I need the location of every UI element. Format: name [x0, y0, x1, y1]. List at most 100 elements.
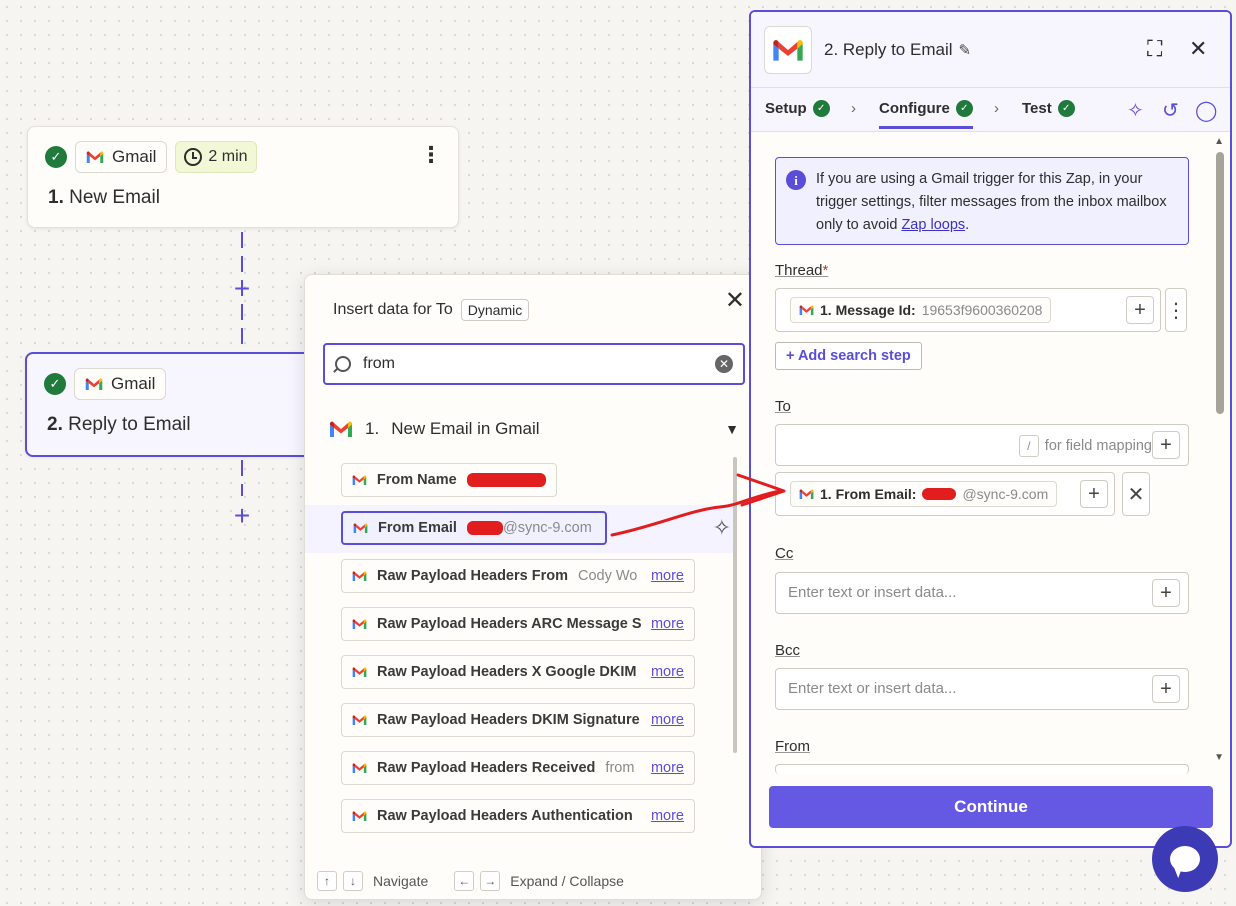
check-icon: ✓: [44, 373, 66, 395]
check-icon: ✓: [45, 146, 67, 168]
gmail-icon: [799, 304, 814, 316]
slash-key: /: [1018, 435, 1039, 457]
thread-field[interactable]: 1. Message Id: 19653f9600360208 +: [775, 288, 1161, 332]
chevron-right-icon: ›: [994, 100, 999, 117]
data-item-raw-arc[interactable]: Raw Payload Headers ARC Message S more: [341, 607, 695, 641]
arrow-up-key: ↑: [317, 871, 337, 891]
more-link[interactable]: more: [651, 616, 684, 632]
data-item-from-name[interactable]: From Name: [341, 463, 557, 497]
step-tabs: Setup ✓ › Configure ✓ › Test ✓: [751, 88, 1230, 132]
insert-data-button[interactable]: +: [1152, 675, 1180, 703]
data-item-raw-xgoogle[interactable]: Raw Payload Headers X Google DKIM more: [341, 655, 695, 689]
undo-icon[interactable]: ↺: [1162, 98, 1179, 123]
popover-title: Insert data for To: [333, 301, 453, 318]
close-icon[interactable]: ✕: [725, 289, 745, 313]
gmail-icon: [85, 377, 103, 391]
step-title: 2. Reply to Email: [47, 414, 191, 435]
group-number: 1.: [365, 419, 380, 438]
more-link[interactable]: more: [651, 760, 684, 776]
info-notice: i If you are using a Gmail trigger for t…: [775, 157, 1189, 245]
more-link[interactable]: more: [651, 712, 684, 728]
chevron-right-icon: ›: [851, 100, 856, 117]
step-card-new-email[interactable]: ✓ Gmail 2 min ⋮ 1. New Email: [27, 126, 459, 228]
gmail-icon: [352, 474, 367, 486]
clock-icon: [184, 148, 203, 166]
clear-icon[interactable]: ✕: [715, 355, 733, 373]
dynamic-badge: Dynamic: [460, 299, 530, 321]
navigate-hint: Navigate: [373, 873, 429, 889]
tab-setup[interactable]: Setup ✓: [765, 100, 830, 117]
insert-data-button[interactable]: +: [1080, 480, 1108, 508]
data-item-raw-from[interactable]: Raw Payload Headers From Cody Wo more: [341, 559, 695, 593]
check-icon: ✓: [955, 100, 973, 117]
close-icon[interactable]: ✕: [1189, 36, 1207, 62]
gmail-icon: [352, 762, 367, 774]
more-link[interactable]: more: [651, 568, 684, 584]
data-group-header[interactable]: 1. New Email in Gmail ▼: [329, 419, 739, 439]
gmail-icon: [353, 522, 368, 534]
tab-configure[interactable]: Configure ✓: [879, 100, 973, 129]
search-input[interactable]: [361, 354, 705, 374]
arrow-left-key: ←: [454, 871, 475, 891]
panel-scrollbar[interactable]: [1216, 152, 1224, 414]
insert-data-button[interactable]: +: [1152, 579, 1180, 607]
more-options-icon[interactable]: ⋮: [420, 144, 442, 166]
more-options-icon[interactable]: ⋮: [1165, 288, 1187, 332]
insert-data-button[interactable]: +: [1126, 296, 1154, 324]
data-item-from-email[interactable]: From Email @sync-9.com: [341, 511, 607, 545]
info-icon: i: [786, 170, 806, 190]
ai-sparkle-icon[interactable]: ✧: [1127, 98, 1144, 123]
data-item-raw-dkim[interactable]: Raw Payload Headers DKIM Signature more: [341, 703, 695, 737]
to-mapped-field[interactable]: 1. From Email: @sync-9.com +: [775, 472, 1115, 516]
panel-title[interactable]: 2. Reply to Email ✎: [824, 40, 971, 60]
gmail-icon: [352, 810, 367, 822]
chevron-down-icon[interactable]: ▼: [725, 421, 739, 437]
gmail-icon: [329, 420, 353, 438]
group-name: New Email in Gmail: [391, 419, 540, 438]
cc-label: Cc: [775, 545, 794, 562]
continue-button[interactable]: Continue: [769, 786, 1213, 828]
chat-support-button[interactable]: [1152, 826, 1218, 892]
message-id-chip[interactable]: 1. Message Id: 19653f9600360208: [790, 297, 1052, 323]
add-step-button[interactable]: +: [230, 502, 254, 530]
pencil-icon[interactable]: ✎: [959, 42, 972, 59]
tab-test[interactable]: Test ✓: [1022, 100, 1075, 117]
bcc-label: Bcc: [775, 642, 801, 659]
step-card-reply-to-email[interactable]: ✓ Gmail 2. Reply to Email: [25, 352, 325, 457]
arrow-right-key: →: [480, 871, 501, 891]
bcc-field[interactable]: Enter text or insert data... +: [775, 668, 1189, 710]
gmail-icon: [352, 714, 367, 726]
redaction-mark: [466, 473, 546, 487]
expand-icon[interactable]: ⛶: [1147, 36, 1162, 62]
search-icon: [335, 356, 351, 372]
check-icon: ✓: [1057, 100, 1075, 117]
insert-data-button[interactable]: +: [1152, 431, 1180, 459]
data-item-raw-received[interactable]: Raw Payload Headers Received from more: [341, 751, 695, 785]
field-mapping-hint: / for field mapping: [1018, 435, 1152, 457]
remove-icon[interactable]: ✕: [1122, 472, 1150, 516]
scroll-up-icon[interactable]: ▲: [1214, 136, 1224, 147]
add-search-step-button[interactable]: + Add search step: [775, 342, 922, 370]
chat-icon: [1170, 846, 1200, 872]
add-step-button[interactable]: +: [230, 275, 254, 303]
check-icon: ✓: [812, 100, 830, 117]
zap-loops-link[interactable]: Zap loops: [901, 217, 965, 233]
popover-header: Insert data for To Dynamic: [333, 299, 530, 321]
delay-time: 2 min: [208, 148, 248, 165]
from-label: From: [775, 738, 810, 755]
gmail-icon: [772, 38, 804, 62]
more-link[interactable]: more: [651, 664, 684, 680]
gmail-icon: [799, 488, 814, 500]
from-email-chip[interactable]: 1. From Email: @sync-9.com: [790, 481, 1058, 507]
more-link[interactable]: more: [651, 808, 684, 824]
to-field[interactable]: / for field mapping +: [775, 424, 1189, 466]
data-item-raw-auth[interactable]: Raw Payload Headers Authentication more: [341, 799, 695, 833]
step-title: 1. New Email: [48, 187, 160, 208]
app-logo: [764, 26, 812, 74]
cc-field[interactable]: Enter text or insert data... +: [775, 572, 1189, 614]
scroll-down-icon[interactable]: ▼: [1214, 752, 1224, 763]
comment-icon[interactable]: ◯: [1195, 98, 1217, 123]
panel-header: 2. Reply to Email ✎ ⛶ ✕: [751, 12, 1230, 88]
search-field[interactable]: ✕: [323, 343, 745, 385]
from-field[interactable]: [775, 764, 1189, 774]
